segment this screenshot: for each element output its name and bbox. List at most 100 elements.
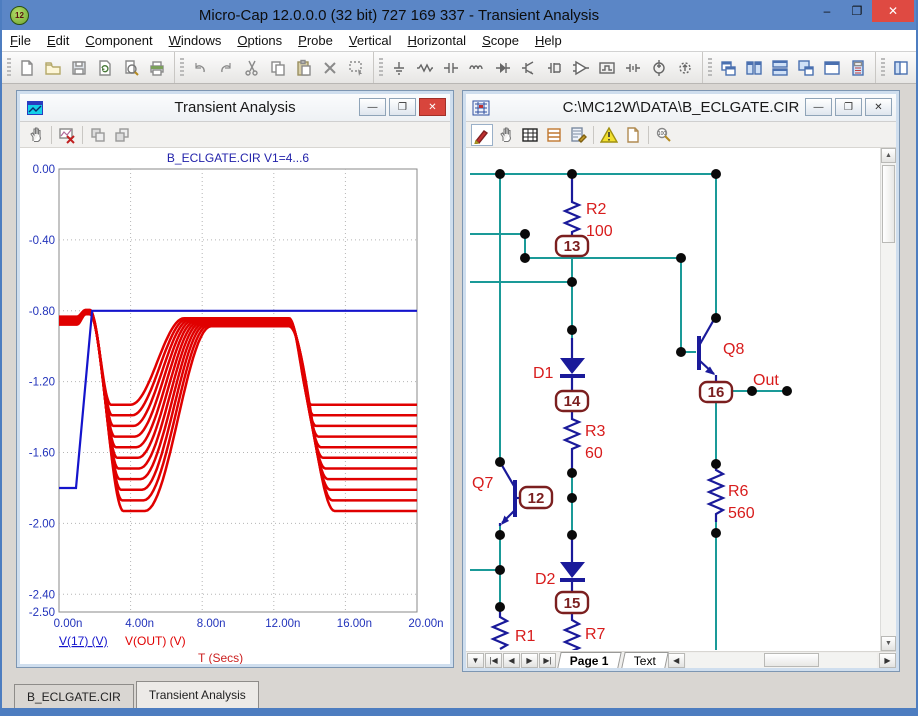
cascade-front-icon[interactable]	[87, 124, 109, 146]
pulse-source-icon[interactable]	[595, 56, 619, 80]
overlap-windows-icon[interactable]	[794, 56, 818, 80]
menu-probe[interactable]: Probe	[290, 31, 341, 50]
box-select-icon[interactable]	[344, 56, 368, 80]
opamp-icon[interactable]	[569, 56, 593, 80]
maximize-window-icon[interactable]	[820, 56, 844, 80]
ground-icon[interactable]	[387, 56, 411, 80]
legend-vout[interactable]: V(OUT) (V)	[125, 634, 186, 648]
table-grid-icon[interactable]	[519, 124, 541, 146]
schematic-vscrollbar[interactable]: ▲ ▼	[880, 148, 896, 651]
prev-page-button[interactable]: ◀	[503, 653, 520, 668]
hand-pan-icon[interactable]	[495, 124, 517, 146]
toolbar-grip[interactable]	[180, 58, 184, 78]
resistor-R1[interactable]	[493, 607, 507, 649]
last-page-button[interactable]: ▶|	[539, 653, 556, 668]
menu-help[interactable]: Help	[527, 31, 570, 50]
inductor-icon[interactable]	[465, 56, 489, 80]
scroll-down-arrow[interactable]: ▼	[881, 636, 896, 651]
tab-page-1[interactable]: Page 1	[557, 652, 621, 668]
hand-pan-icon[interactable]	[25, 124, 47, 146]
resistor-R6[interactable]	[709, 464, 723, 522]
user-settings-icon[interactable]	[915, 56, 916, 80]
bjt-transistor-icon[interactable]	[517, 56, 541, 80]
tab-transient-analysis[interactable]: Transient Analysis	[136, 681, 259, 708]
battery-icon[interactable]	[621, 56, 645, 80]
diode-D1[interactable]	[560, 338, 585, 392]
toolbar-grip[interactable]	[7, 58, 11, 78]
tile-vertical-icon[interactable]	[742, 56, 766, 80]
warning-triangle-icon[interactable]	[598, 124, 620, 146]
diode-icon[interactable]	[491, 56, 515, 80]
hscroll-thumb[interactable]	[764, 653, 819, 667]
open-folder-icon[interactable]	[41, 56, 65, 80]
menu-windows[interactable]: Windows	[161, 31, 230, 50]
plot-area[interactable]: B_ECLGATE.CIR V1=4...60.00-0.40-0.80-1.2…	[20, 148, 450, 664]
menu-file[interactable]: File	[2, 31, 39, 50]
resistor-icon[interactable]	[413, 56, 437, 80]
probe-pen-icon[interactable]	[471, 124, 493, 146]
redo-icon[interactable]	[214, 56, 238, 80]
hscroll-track[interactable]	[686, 653, 877, 668]
sheet-edit-icon[interactable]	[567, 124, 589, 146]
current-source-icon[interactable]	[673, 56, 697, 80]
print-icon[interactable]	[145, 56, 169, 80]
mosfet-transistor-icon[interactable]	[543, 56, 567, 80]
menu-horizontal[interactable]: Horizontal	[400, 31, 475, 50]
schematic-minimize-button[interactable]: —	[805, 98, 832, 116]
toolbar-grip[interactable]	[379, 58, 383, 78]
minimize-button[interactable]: –	[812, 0, 842, 22]
component-panel-icon[interactable]	[889, 56, 913, 80]
new-file-icon[interactable]	[15, 56, 39, 80]
menu-edit[interactable]: Edit	[39, 31, 77, 50]
schematic-maximize-button[interactable]: ❐	[835, 98, 862, 116]
hscroll-right-arrow[interactable]: ▶	[879, 653, 896, 668]
next-page-button[interactable]: ▶	[521, 653, 538, 668]
resistor-R2[interactable]	[565, 198, 579, 237]
cascade-back-icon[interactable]	[111, 124, 133, 146]
cascade-windows-icon[interactable]	[716, 56, 740, 80]
save-icon[interactable]	[67, 56, 91, 80]
hscroll-left-arrow[interactable]: ◀	[668, 653, 685, 668]
calculator-icon[interactable]	[846, 56, 870, 80]
scroll-up-arrow[interactable]: ▲	[881, 148, 896, 163]
zoom-100-icon[interactable]: 100	[653, 124, 675, 146]
menu-component[interactable]: Component	[77, 31, 160, 50]
undo-icon[interactable]	[188, 56, 212, 80]
vscroll-thumb[interactable]	[882, 165, 895, 243]
tile-horizontal-icon[interactable]	[768, 56, 792, 80]
transistor-Q7[interactable]	[500, 462, 522, 526]
delete-icon[interactable]	[318, 56, 342, 80]
transistor-Q8[interactable]	[697, 316, 716, 382]
resistor-R3[interactable]	[565, 410, 579, 473]
print-preview-icon[interactable]	[119, 56, 143, 80]
legend-v17[interactable]: V(17) (V)	[59, 634, 108, 648]
page-blank-icon[interactable]	[622, 124, 644, 146]
copy-icon[interactable]	[266, 56, 290, 80]
schematic-close-button[interactable]: ✕	[865, 98, 892, 116]
menu-options[interactable]: Options	[229, 31, 290, 50]
analysis-minimize-button[interactable]: —	[359, 98, 386, 116]
transient-plot[interactable]: B_ECLGATE.CIR V1=4...60.00-0.40-0.80-1.2…	[20, 148, 450, 664]
capacitor-icon[interactable]	[439, 56, 463, 80]
menu-scope[interactable]: Scope	[474, 31, 527, 50]
rows-orange-icon[interactable]	[543, 124, 565, 146]
toolbar-grip[interactable]	[881, 58, 885, 78]
chart-delete-icon[interactable]	[56, 124, 78, 146]
maximize-button[interactable]: ❐	[842, 0, 872, 22]
close-button[interactable]: ✕	[872, 0, 914, 22]
tab-text[interactable]: Text	[621, 652, 668, 668]
tab-b-eclgate-cir[interactable]: B_ECLGATE.CIR	[14, 684, 134, 708]
resistor-R7[interactable]	[565, 613, 579, 650]
paste-icon[interactable]	[292, 56, 316, 80]
diode-D2[interactable]	[560, 535, 585, 592]
menu-vertical[interactable]: Vertical	[341, 31, 400, 50]
revert-icon[interactable]	[93, 56, 117, 80]
schematic-canvas[interactable]: 13 14 15 16 12 R2 100 D1 R3 60 Q8 Out R6…	[470, 148, 882, 650]
cut-icon[interactable]	[240, 56, 264, 80]
toolbar-grip[interactable]	[708, 58, 712, 78]
first-page-button[interactable]: |◀	[485, 653, 502, 668]
analysis-close-button[interactable]: ✕	[419, 98, 446, 116]
voltage-source-icon[interactable]	[647, 56, 671, 80]
page-drop-button[interactable]: ▼	[467, 653, 484, 668]
analysis-maximize-button[interactable]: ❐	[389, 98, 416, 116]
